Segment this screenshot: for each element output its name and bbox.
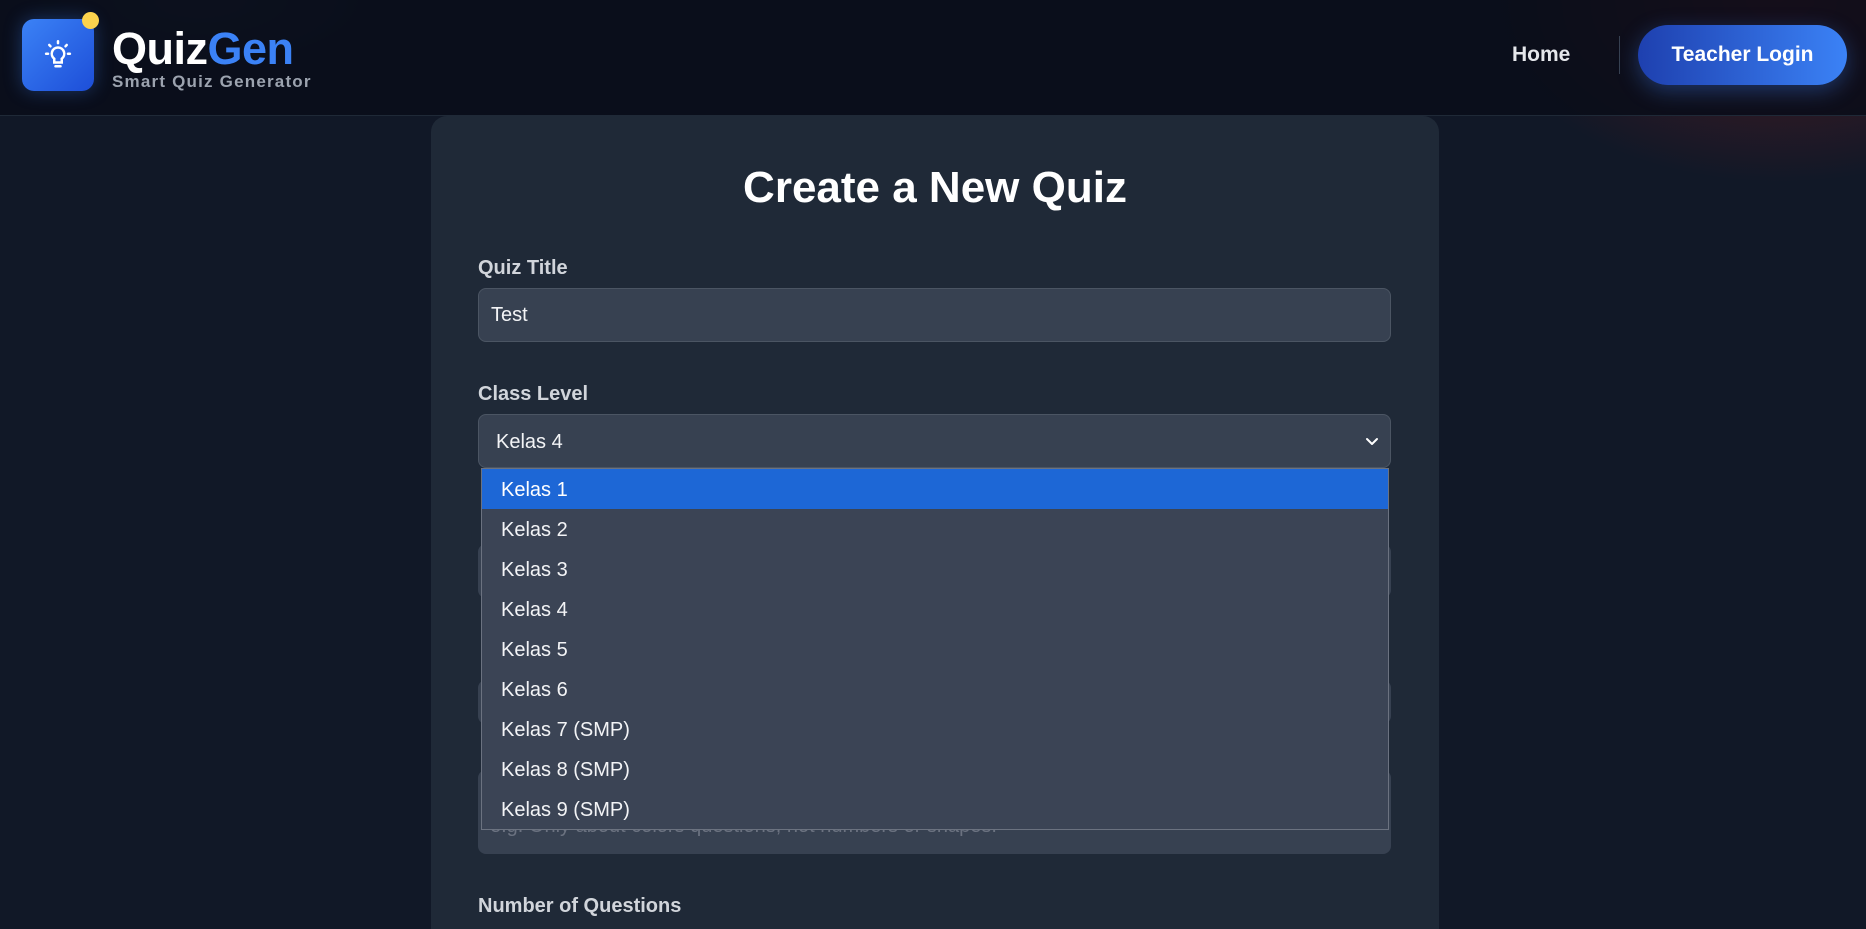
- brand-tagline: Smart Quiz Generator: [112, 72, 312, 91]
- option-kelas-1[interactable]: Kelas 1: [482, 469, 1388, 509]
- brand[interactable]: QuizGen Smart Quiz Generator: [112, 22, 312, 90]
- teacher-login-button[interactable]: Teacher Login: [1638, 25, 1847, 85]
- page-title: Create a New Quiz: [743, 163, 1127, 212]
- top-navbar: QuizGen Smart Quiz Generator Home Teache…: [0, 0, 1866, 116]
- option-kelas-3[interactable]: Kelas 3: [482, 549, 1388, 589]
- brand-name-part2: Gen: [207, 23, 295, 74]
- class-level-select[interactable]: Kelas 4: [478, 414, 1391, 468]
- brand-name-part1: Quiz: [112, 23, 208, 74]
- page: QuizGen Smart Quiz Generator Home Teache…: [0, 0, 1866, 929]
- quiz-title-label: Quiz Title: [478, 257, 568, 279]
- logo[interactable]: [22, 19, 94, 91]
- num-questions-label: Number of Questions: [478, 895, 682, 917]
- option-kelas-8-smp[interactable]: Kelas 8 (SMP): [482, 749, 1388, 789]
- option-kelas-5[interactable]: Kelas 5: [482, 629, 1388, 669]
- class-level-dropdown-list: Kelas 1 Kelas 2 Kelas 3 Kelas 4 Kelas 5 …: [481, 468, 1389, 830]
- nav-home-link[interactable]: Home: [1512, 43, 1570, 67]
- option-kelas-7-smp[interactable]: Kelas 7 (SMP): [482, 709, 1388, 749]
- brand-name: QuizGen: [112, 22, 312, 76]
- lightbulb-icon: [44, 40, 72, 68]
- quiz-title-input[interactable]: [478, 288, 1391, 342]
- option-kelas-9-smp[interactable]: Kelas 9 (SMP): [482, 789, 1388, 829]
- class-level-selected-value: Kelas 4: [496, 431, 563, 453]
- option-kelas-2[interactable]: Kelas 2: [482, 509, 1388, 549]
- nav-divider: [1619, 36, 1620, 74]
- option-kelas-4[interactable]: Kelas 4: [482, 589, 1388, 629]
- option-kelas-6[interactable]: Kelas 6: [482, 669, 1388, 709]
- notification-dot: [82, 12, 99, 29]
- chevron-down-icon: [1366, 438, 1378, 445]
- class-level-label: Class Level: [478, 383, 589, 405]
